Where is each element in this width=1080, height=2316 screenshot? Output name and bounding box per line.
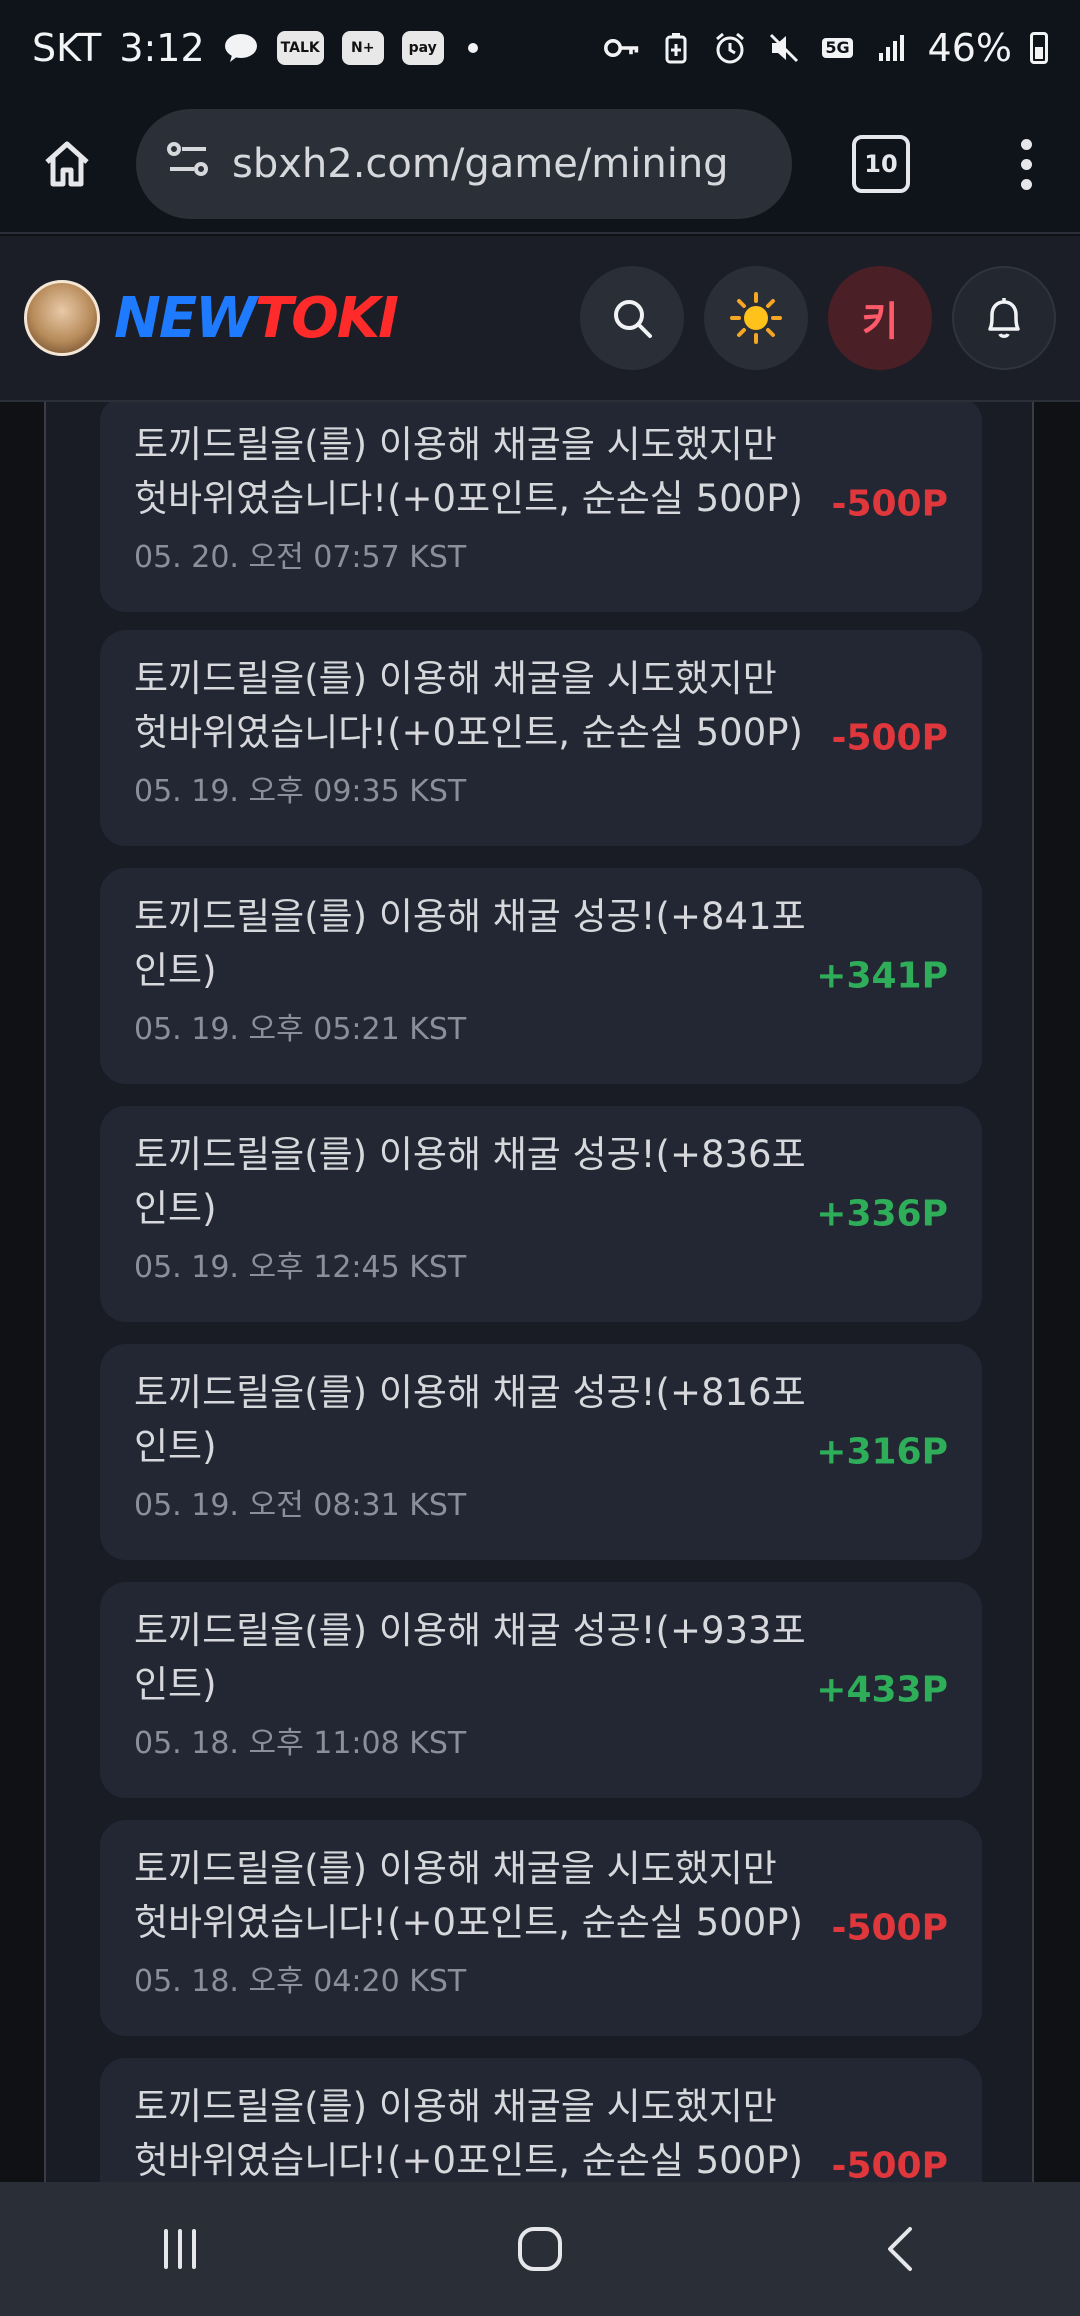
header-actions: 키 — [580, 266, 1056, 370]
site-logo[interactable]: NEWTOKI — [114, 285, 399, 351]
log-time: 05. 20. 오전 07:57 KST — [134, 540, 467, 575]
logo-mascot[interactable] — [24, 280, 100, 356]
key-icon — [603, 30, 640, 66]
log-time: 05. 18. 오후 11:08 KST — [134, 1726, 467, 1761]
log-item: 토끼드릴을(를) 이용해 채굴을 시도했지만 헛바위였습니다!(+0포인트, 순… — [100, 402, 982, 612]
sun-icon — [730, 292, 782, 344]
notification-dot — [467, 43, 478, 53]
site-settings-icon[interactable] — [166, 139, 210, 189]
mute-icon — [766, 30, 802, 66]
system-nav-bar — [0, 2182, 1080, 2316]
network-label: 5G — [822, 38, 853, 58]
browser-menu-button[interactable] — [996, 121, 1056, 207]
back-icon — [888, 2227, 912, 2271]
log-message: 토끼드릴을(를) 이용해 채굴 성공!(+933포인트) — [134, 1609, 806, 1706]
message-icon — [223, 30, 259, 66]
log-item: 토끼드릴을(를) 이용해 채굴 성공!(+836포인트) 05. 19. 오후 … — [100, 1106, 982, 1322]
menu-dot-icon — [1020, 138, 1032, 150]
search-icon — [614, 300, 652, 338]
logo-new-text: NEW — [114, 285, 257, 351]
log-amount: +316P — [816, 1431, 948, 1473]
clock: 3:12 — [119, 26, 205, 70]
search-button[interactable] — [580, 266, 684, 370]
recent-apps-icon — [164, 2229, 196, 2269]
bell-icon — [988, 298, 1020, 338]
menu-dot-icon — [1020, 178, 1032, 190]
log-message: 토끼드릴을(를) 이용해 채굴을 시도했지만 헛바위였습니다!(+0포인트, 순… — [134, 1847, 803, 1944]
back-button[interactable] — [850, 2199, 950, 2299]
theme-toggle-button[interactable] — [704, 266, 808, 370]
log-message: 토끼드릴을(를) 이용해 채굴 성공!(+841포인트) — [134, 895, 806, 992]
log-item: 토끼드릴을(를) 이용해 채굴을 시도했지만 헛바위였습니다!(+0포인트, 순… — [100, 630, 982, 846]
status-left: SKT 3:12 TALK N+ pay — [32, 26, 478, 70]
log-time: 05. 19. 오후 09:35 KST — [134, 774, 467, 809]
pay-badge: pay — [401, 31, 444, 65]
log-message: 토끼드릴을(를) 이용해 채굴 성공!(+816포인트) — [134, 1371, 806, 1468]
log-message: 토끼드릴을(를) 이용해 채굴을 시도했지만 헛바위였습니다!(+0포인트, 순… — [134, 657, 803, 754]
talk-badge: TALK — [276, 31, 324, 65]
battery-icon — [1030, 32, 1048, 64]
home-button[interactable] — [24, 121, 110, 207]
log-amount: -500P — [831, 717, 948, 759]
log-amount: -500P — [831, 2145, 948, 2183]
battery-saver-icon — [658, 30, 694, 66]
log-amount: +336P — [816, 1193, 948, 1235]
log-time: 05. 19. 오전 08:31 KST — [134, 1488, 467, 1523]
log-item: 토끼드릴을(를) 이용해 채굴 성공!(+841포인트) 05. 19. 오후 … — [100, 868, 982, 1084]
notifications-button[interactable] — [952, 266, 1056, 370]
log-amount: +341P — [816, 955, 948, 997]
log-time: 05. 19. 오후 12:45 KST — [134, 1250, 467, 1285]
carrier: SKT — [32, 26, 102, 70]
home-nav-button[interactable] — [490, 2199, 590, 2299]
home-nav-icon — [518, 2227, 562, 2271]
log-time: 05. 18. 오후 04:20 KST — [134, 1964, 467, 1999]
log-item: 토끼드릴을(를) 이용해 채굴 성공!(+816포인트) 05. 19. 오전 … — [100, 1344, 982, 1560]
status-right: 5G 46% — [603, 26, 1048, 70]
log-item: 토끼드릴을(를) 이용해 채굴 성공!(+933포인트) 05. 18. 오후 … — [100, 1582, 982, 1798]
log-item: 토끼드릴을(를) 이용해 채굴을 시도했지만 헛바위였습니다!(+0포인트, 순… — [100, 2058, 982, 2182]
log-amount: -500P — [831, 483, 948, 525]
browser-toolbar: sbxh2.com/game/mining 10 — [0, 96, 1080, 234]
battery-percent: 46% — [927, 26, 1012, 70]
mining-log-panel: 토끼드릴을(를) 이용해 채굴을 시도했지만 헛바위였습니다!(+0포인트, 순… — [44, 402, 1034, 2182]
home-icon — [45, 141, 89, 187]
naver-badge: N+ — [341, 31, 384, 65]
log-message: 토끼드릴을(를) 이용해 채굴을 시도했지만 헛바위였습니다!(+0포인트, 순… — [134, 423, 803, 520]
alarm-icon — [712, 30, 748, 66]
tab-switcher-button[interactable]: 10 — [852, 135, 910, 193]
logo-toki-text: TOKI — [254, 285, 399, 351]
log-amount: -500P — [831, 1907, 948, 1949]
network-icon: 5G — [820, 30, 856, 66]
log-amount: +433P — [816, 1669, 948, 1711]
recent-apps-button[interactable] — [130, 2199, 230, 2299]
main-content[interactable]: 토끼드릴을(를) 이용해 채굴을 시도했지만 헛바위였습니다!(+0포인트, 순… — [0, 402, 1080, 2182]
log-item: 토끼드릴을(를) 이용해 채굴을 시도했지만 헛바위였습니다!(+0포인트, 순… — [100, 1820, 982, 2036]
log-time: 05. 19. 오후 05:21 KST — [134, 1012, 467, 1047]
user-avatar-button[interactable]: 키 — [828, 266, 932, 370]
address-bar[interactable]: sbxh2.com/game/mining — [136, 109, 792, 219]
log-message: 토끼드릴을(를) 이용해 채굴을 시도했지만 헛바위였습니다!(+0포인트, 순… — [134, 2085, 803, 2182]
log-message: 토끼드릴을(를) 이용해 채굴 성공!(+836포인트) — [134, 1133, 806, 1230]
status-bar: SKT 3:12 TALK N+ pay 5G 46% — [0, 0, 1080, 96]
signal-icon — [874, 30, 910, 66]
menu-dot-icon — [1020, 158, 1032, 170]
url-text[interactable]: sbxh2.com/game/mining — [232, 141, 729, 187]
site-header: NEWTOKI 키 — [0, 236, 1080, 402]
